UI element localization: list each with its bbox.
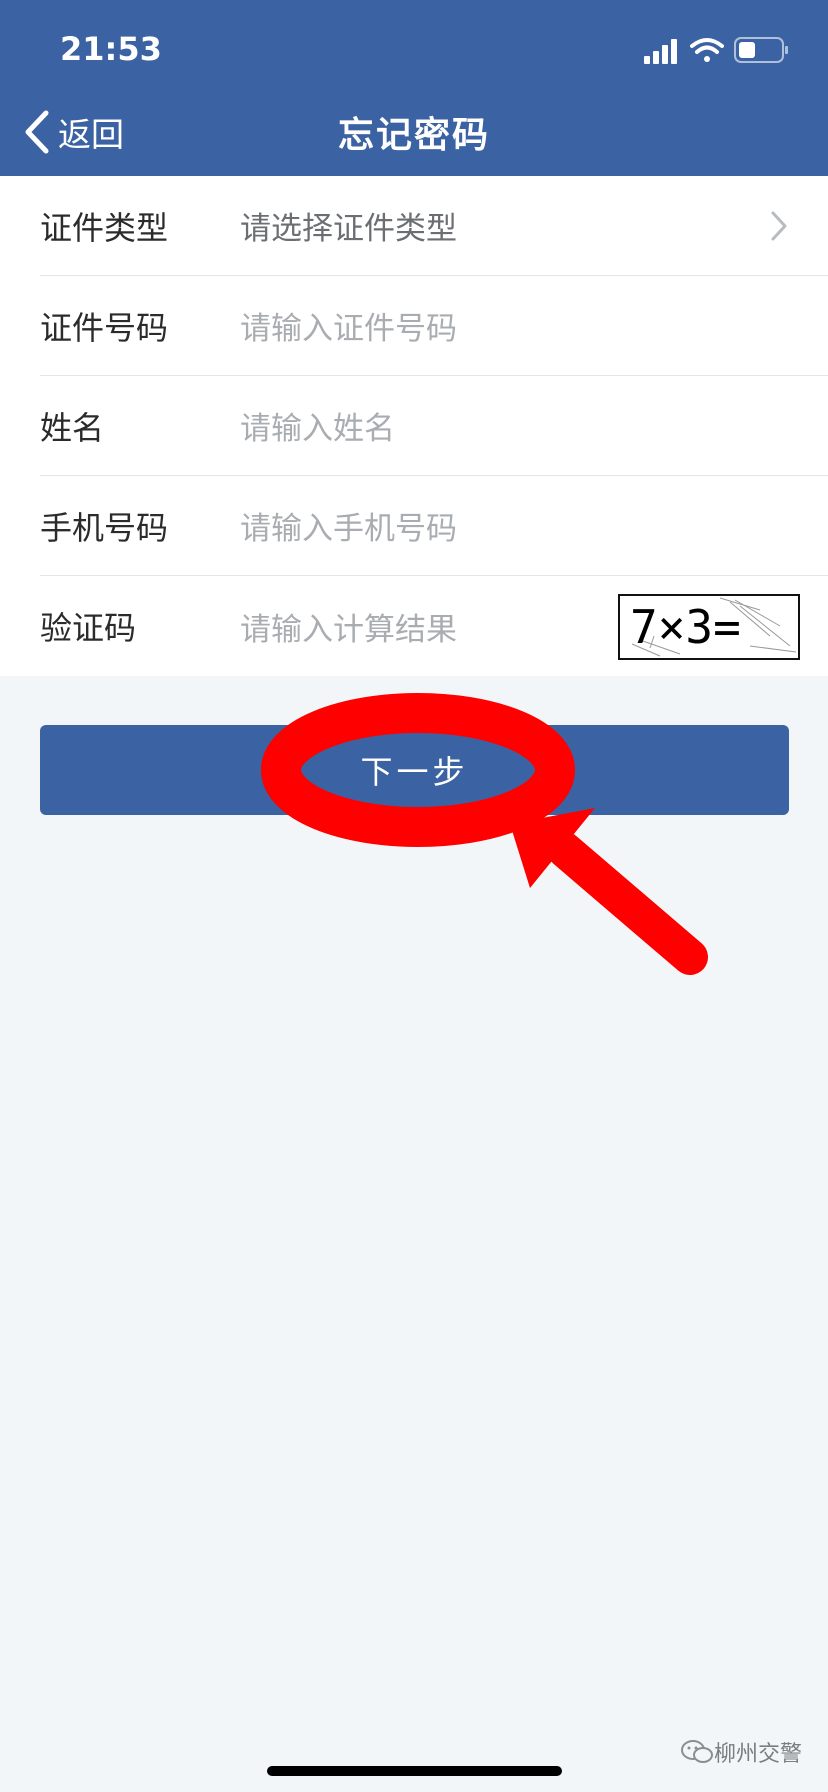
phone-input[interactable]: 请输入手机号码 [240, 503, 828, 548]
wifi-icon [690, 38, 724, 62]
captcha-label: 验证码 [40, 609, 137, 647]
watermark-text: 柳州交警 [713, 1742, 802, 1767]
name-label: 姓名 [40, 408, 105, 447]
name-row: 姓名 请输入姓名 [40, 376, 828, 476]
chevron-right-icon [771, 211, 787, 241]
next-step-button[interactable]: 下一步 [40, 725, 789, 815]
watermark: 柳州交警 [680, 1736, 802, 1768]
id-type-select[interactable]: 请选择证件类型 [240, 203, 828, 248]
id-type-label: 证件类型 [40, 208, 169, 247]
id-type-row[interactable]: 证件类型 请选择证件类型 [40, 176, 828, 276]
id-number-label: 证件号码 [40, 308, 169, 347]
page-title: 忘记密码 [337, 115, 490, 156]
id-number-input[interactable]: 请输入证件号码 [240, 303, 828, 348]
signal-icon [644, 39, 677, 64]
id-number-row: 证件号码 请输入证件号码 [40, 276, 828, 376]
status-icons [644, 37, 788, 64]
phone-row: 手机号码 请输入手机号码 [40, 476, 828, 576]
captcha-text: 7×3= [630, 600, 741, 654]
captcha-image[interactable]: 7×3= [618, 594, 800, 660]
status-time: 21:53 [60, 30, 162, 68]
captcha-row: 验证码 请输入计算结果 7×3= [40, 576, 828, 676]
battery-icon [734, 37, 788, 63]
phone-label: 手机号码 [40, 508, 169, 547]
app-header: 21:53 返回 忘记密码 [0, 0, 828, 176]
wechat-icon [680, 1740, 713, 1763]
forgot-password-form: 证件类型 请选择证件类型 证件号码 请输入证件号码 姓名 请输入姓名 手机号码 … [0, 176, 828, 676]
home-indicator [267, 1766, 562, 1776]
name-input[interactable]: 请输入姓名 [240, 403, 828, 448]
